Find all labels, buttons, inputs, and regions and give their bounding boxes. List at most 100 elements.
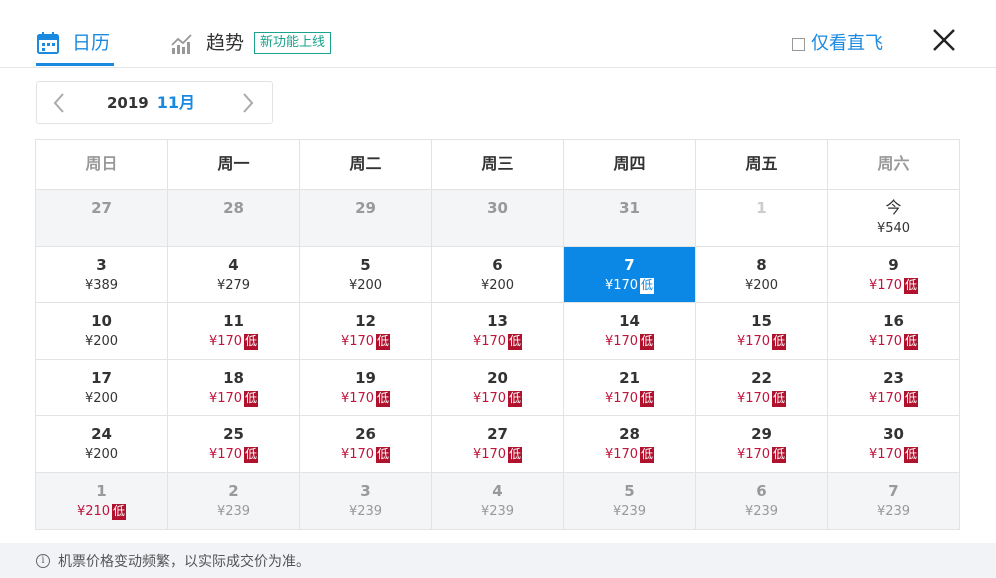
day-price: ¥239 (745, 503, 778, 521)
calendar-day[interactable]: 4 ¥279 (168, 246, 300, 304)
day-number: 30 (487, 199, 508, 217)
day-price: ¥170 低 (869, 446, 919, 464)
day-number: 11 (223, 312, 244, 331)
day-number: 29 (751, 425, 772, 444)
calendar-day[interactable]: 12 ¥170 低 (300, 303, 432, 360)
calendar-day[interactable]: 28 ¥170 低 (564, 416, 696, 473)
day-price: ¥170 低 (869, 333, 919, 351)
day-price: ¥210 低 (76, 503, 127, 521)
day-price-value: ¥239 (876, 503, 911, 519)
calendar-day[interactable]: 20 ¥170 低 (432, 359, 564, 417)
direct-flight-label[interactable]: 仅看直飞 (811, 32, 883, 56)
calendar-week-row: 1 ¥210 低 2 ¥239 3 ¥239 4 ¥239 5 ¥239 6 ¥239 7 ¥239 (36, 472, 960, 530)
day-price: ¥170 低 (605, 277, 655, 295)
low-price-tag: 低 (904, 447, 919, 464)
tab-calendar[interactable]: 日历 (36, 26, 115, 66)
calendar-day[interactable]: 30 ¥170 低 (828, 416, 960, 473)
day-price: ¥170 低 (341, 390, 391, 408)
day-price-value: ¥170 (868, 390, 903, 406)
calendar-day-selected[interactable]: 7 ¥170 低 (564, 246, 696, 304)
price-notice-text: 机票价格变动频繁，以实际成交价为准。 (58, 553, 310, 570)
calendar-day[interactable]: 5 ¥200 (300, 246, 432, 304)
calendar-day[interactable]: 3 ¥389 (36, 246, 168, 304)
direct-flight-checkbox[interactable] (792, 37, 805, 51)
day-number: 14 (619, 312, 640, 331)
calendar-day[interactable]: 24 ¥200 (36, 416, 168, 473)
day-number: 3 (96, 255, 107, 274)
calendar-day[interactable]: 13 ¥170 低 (432, 303, 564, 360)
calendar-day[interactable]: 2 ¥239 (168, 472, 300, 530)
calendar-day[interactable]: 22 ¥170 低 (696, 359, 828, 417)
previous-month-button[interactable] (41, 82, 77, 123)
calendar-day[interactable]: 7 ¥239 (828, 472, 960, 530)
calendar-day[interactable]: 14 ¥170 低 (564, 303, 696, 360)
calendar-day[interactable]: 6 ¥200 (432, 246, 564, 304)
calendar-day[interactable]: 17 ¥200 (36, 359, 168, 417)
calendar-day[interactable]: 10 ¥200 (36, 303, 168, 360)
calendar-day[interactable]: 6 ¥239 (696, 472, 828, 530)
close-icon (933, 29, 955, 51)
low-price-tag: 低 (376, 390, 391, 407)
day-price: ¥239 (877, 503, 910, 521)
day-price: ¥170 低 (209, 390, 259, 408)
chevron-left-icon (53, 92, 64, 113)
low-price-tag: 低 (508, 390, 523, 407)
weekday-header-cell: 周五 (696, 140, 828, 190)
tab-trend[interactable]: 趋势 新功能上线 (170, 26, 332, 66)
day-price: ¥170 低 (341, 446, 391, 464)
info-icon: i (36, 553, 50, 568)
day-number: 7 (888, 481, 899, 500)
calendar-day[interactable]: 8 ¥200 (696, 246, 828, 304)
low-price-tag: 低 (376, 334, 391, 351)
low-price-tag: 低 (508, 447, 523, 464)
price-notice-bar: i 机票价格变动频繁，以实际成交价为准。 (0, 543, 996, 578)
calendar-icon (36, 26, 62, 60)
day-price-value: ¥170 (736, 334, 771, 350)
calendar-day: 28 (168, 190, 300, 247)
next-month-button[interactable] (230, 82, 266, 123)
day-price: ¥200 (745, 277, 778, 295)
calendar-day[interactable]: 11 ¥170 低 (168, 303, 300, 360)
calendar-day[interactable]: 21 ¥170 低 (564, 359, 696, 417)
day-price: ¥200 (85, 446, 118, 464)
day-price-value: ¥279 (216, 277, 251, 293)
day-price-value: ¥239 (216, 503, 251, 519)
calendar-day[interactable]: 1 ¥210 低 (36, 472, 168, 530)
day-price: ¥170 低 (209, 446, 259, 464)
day-number: 1 (96, 481, 107, 500)
calendar-day[interactable]: 19 ¥170 低 (300, 359, 432, 417)
calendar-day[interactable]: 23 ¥170 低 (828, 359, 960, 417)
day-price-value: ¥200 (84, 390, 119, 406)
day-price: ¥170 低 (737, 446, 787, 464)
calendar-day[interactable]: 4 ¥239 (432, 472, 564, 530)
calendar-day[interactable]: 15 ¥170 低 (696, 303, 828, 360)
calendar-day[interactable]: 29 ¥170 低 (696, 416, 828, 473)
weekday-header-cell: 周六 (828, 140, 960, 190)
day-number: 10 (91, 312, 112, 331)
calendar-day[interactable]: 今 ¥540 (828, 190, 960, 247)
calendar-day[interactable]: 9 ¥170 低 (828, 246, 960, 304)
weekday-header-cell: 周四 (564, 140, 696, 190)
year-label: 2019 (107, 94, 149, 112)
calendar-day[interactable]: 25 ¥170 低 (168, 416, 300, 473)
day-price-value: ¥170 (472, 447, 507, 463)
calendar-day[interactable]: 16 ¥170 低 (828, 303, 960, 360)
calendar-day: 31 (564, 190, 696, 247)
day-number: 27 (91, 199, 112, 217)
calendar-day[interactable]: 3 ¥239 (300, 472, 432, 530)
calendar-day[interactable]: 26 ¥170 低 (300, 416, 432, 473)
day-number: 4 (492, 481, 503, 500)
day-number: 16 (883, 312, 904, 331)
direct-flight-filter[interactable]: 仅看直飞 (792, 32, 883, 56)
day-price-value: ¥210 (76, 503, 111, 519)
calendar-day[interactable]: 5 ¥239 (564, 472, 696, 530)
day-number: 9 (888, 255, 899, 274)
day-number: 3 (360, 481, 371, 500)
calendar-day[interactable]: 18 ¥170 低 (168, 359, 300, 417)
day-price: ¥170 低 (472, 446, 523, 464)
close-button[interactable] (930, 26, 958, 54)
calendar-day[interactable]: 27 ¥170 低 (432, 416, 564, 473)
day-number: 7 (624, 255, 635, 274)
weekday-header-cell: 周一 (168, 140, 300, 190)
day-number: 24 (91, 425, 112, 444)
